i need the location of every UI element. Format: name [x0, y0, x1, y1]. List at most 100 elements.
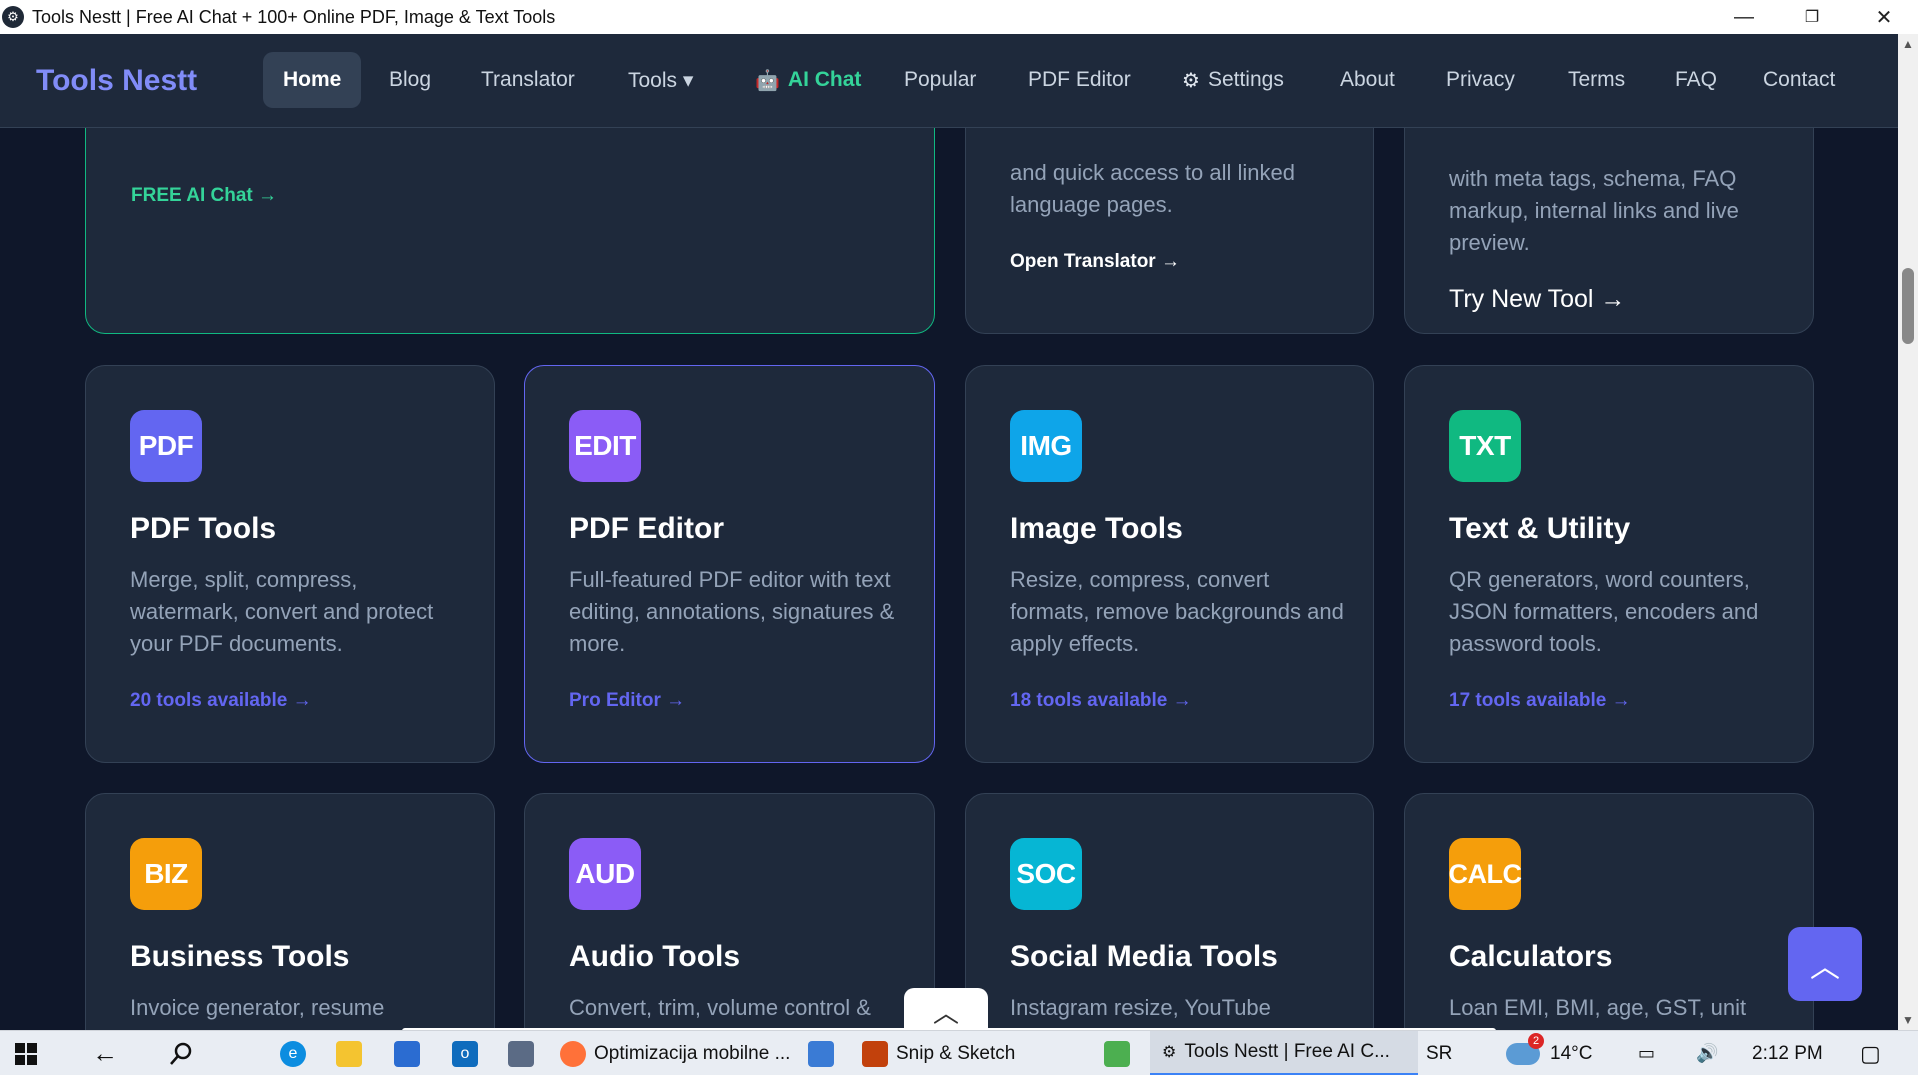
search-icon	[170, 1042, 192, 1065]
tools-nestt-favicon-icon: ⚙	[1162, 1044, 1177, 1061]
card-title: Text & Utility	[1449, 512, 1631, 545]
card-description: Instagram resize, YouTube	[1010, 995, 1271, 1020]
taskbar-firefox[interactable]: Optimizacija mobilne ...	[560, 1031, 790, 1075]
nav-privacy[interactable]: Privacy	[1426, 52, 1535, 108]
card-title: Business Tools	[130, 940, 350, 973]
notifications-icon[interactable]: ▢	[1860, 1031, 1881, 1075]
pdf-badge-icon: PDF	[130, 410, 202, 482]
pdf-editor-card[interactable]: EDIT PDF Editor Full-featured PDF editor…	[524, 365, 935, 763]
social-media-tools-card[interactable]: SOC Social Media Tools Instagram resize,…	[965, 793, 1374, 1030]
search-button[interactable]	[168, 1031, 194, 1075]
nav-home[interactable]: Home	[263, 52, 362, 108]
nav-blog[interactable]: Blog	[369, 52, 451, 108]
taskbar-item-label: Tools Nestt | Free AI C...	[1184, 1041, 1390, 1062]
network-icon[interactable]: ▭	[1638, 1031, 1655, 1075]
card-title: PDF Tools	[130, 512, 277, 545]
ai-chat-link[interactable]: FREE AI Chat →	[131, 185, 277, 207]
nav-pdf-editor[interactable]: PDF Editor	[1008, 52, 1151, 108]
new-tool-card-text: with meta tags, schema, FAQ markup, inte…	[1449, 166, 1739, 255]
scrollbar-thumb[interactable]	[1902, 268, 1914, 344]
app-favicon-icon: ⚙	[2, 6, 24, 28]
nav-tools-dropdown[interactable]: Tools ▾	[608, 52, 713, 108]
close-button[interactable]: ✕	[1854, 0, 1914, 34]
card-link[interactable]: 17 tools available →	[1449, 690, 1631, 712]
nav-contact[interactable]: Contact	[1743, 52, 1855, 108]
nav-settings[interactable]: ⚙ Settings	[1162, 52, 1304, 108]
image-tools-card[interactable]: IMG Image Tools Resize, compress, conver…	[965, 365, 1374, 763]
txt-badge-icon: TXT	[1449, 410, 1521, 482]
nav-settings-label: Settings	[1207, 68, 1284, 91]
business-tools-card[interactable]: BIZ Business Tools Invoice generator, re…	[85, 793, 495, 1030]
windows-logo-icon	[15, 1042, 37, 1065]
nav-about[interactable]: About	[1320, 52, 1415, 108]
weather-badge: 2	[1528, 1032, 1544, 1049]
card-title: Calculators	[1449, 940, 1613, 973]
card-description: Invoice generator, resume	[130, 995, 385, 1020]
card-title: Audio Tools	[569, 940, 741, 973]
taskbar-tools-nestt[interactable]: ⚙ Tools Nestt | Free AI C...	[1150, 1031, 1418, 1075]
temperature: 14°C	[1550, 1042, 1593, 1064]
bottom-expand-tab[interactable]: ︿	[904, 988, 988, 1030]
pdf-tools-card[interactable]: PDF PDF Tools Merge, split, compress, wa…	[85, 365, 495, 763]
open-translator-link[interactable]: Open Translator →	[1010, 251, 1180, 273]
brand-logo[interactable]: Tools Nestt	[36, 64, 197, 98]
card-description: Full-featured PDF editor with text editi…	[569, 567, 895, 656]
robot-icon: 🤖	[755, 69, 780, 92]
aud-badge-icon: AUD	[569, 838, 641, 910]
card-description: Loan EMI, BMI, age, GST, unit	[1449, 995, 1747, 1020]
minimize-button[interactable]: —	[1714, 0, 1774, 34]
taskbar-item-label: Snip & Sketch	[896, 1042, 1016, 1064]
window-titlebar: ⚙ Tools Nestt | Free AI Chat + 100+ Onli…	[0, 0, 1918, 34]
volume-icon[interactable]: 🔊	[1696, 1031, 1718, 1075]
calculators-card[interactable]: CALC Calculators Loan EMI, BMI, age, GST…	[1404, 793, 1814, 1030]
translator-card-text: and quick access to all linked language …	[1010, 160, 1295, 217]
vertical-scrollbar[interactable]: ▲ ▼	[1898, 34, 1918, 1030]
card-link[interactable]: Pro Editor →	[569, 690, 685, 712]
snip-sketch-icon	[862, 1040, 888, 1067]
soc-badge-icon: SOC	[1010, 838, 1082, 910]
card-description: QR generators, word counters, JSON forma…	[1449, 567, 1759, 656]
nav-faq[interactable]: FAQ	[1655, 52, 1737, 108]
card-description: Resize, compress, convert formats, remov…	[1010, 567, 1344, 656]
try-new-tool-link[interactable]: Try New Tool →	[1449, 285, 1625, 314]
outlook-icon[interactable]: o	[452, 1031, 486, 1075]
top-navigation: Tools Nestt Home Blog Translator Tools ▾…	[0, 34, 1898, 128]
nav-ai-chat-label: AI Chat	[787, 68, 862, 91]
page-viewport: Tools Nestt Home Blog Translator Tools ▾…	[0, 34, 1898, 1030]
taskbar-snip-sketch[interactable]: Snip & Sketch	[862, 1031, 1015, 1075]
card-title: Social Media Tools	[1010, 940, 1278, 973]
nav-popular[interactable]: Popular	[884, 52, 996, 108]
language-indicator[interactable]: SR	[1426, 1031, 1452, 1075]
maximize-button[interactable]: ❐	[1782, 0, 1842, 34]
scroll-down-arrow-icon[interactable]: ▼	[1898, 1010, 1918, 1030]
calc-badge-icon: CALC	[1449, 838, 1522, 910]
nav-translator[interactable]: Translator	[461, 52, 595, 108]
start-button[interactable]	[14, 1031, 38, 1075]
notepad-icon[interactable]	[1104, 1031, 1138, 1075]
card-link[interactable]: 20 tools available →	[130, 690, 312, 712]
audio-tools-card[interactable]: AUD Audio Tools Convert, trim, volume co…	[524, 793, 935, 1030]
card-title: PDF Editor	[569, 512, 724, 545]
app-icon[interactable]	[508, 1031, 542, 1075]
clock[interactable]: 2:12 PM	[1752, 1031, 1823, 1075]
edit-badge-icon: EDIT	[569, 410, 641, 482]
nav-ai-chat[interactable]: 🤖 AI Chat	[735, 52, 881, 108]
scroll-to-top-button[interactable]: ︿	[1788, 927, 1862, 1001]
card-description: Convert, trim, volume control &	[569, 995, 871, 1020]
window-title: Tools Nestt | Free AI Chat + 100+ Online…	[32, 6, 556, 27]
file-explorer-icon[interactable]	[336, 1031, 370, 1075]
nav-terms[interactable]: Terms	[1548, 52, 1645, 108]
network-app-icon[interactable]	[808, 1031, 842, 1075]
card-title: Image Tools	[1010, 512, 1183, 545]
gear-icon: ⚙	[1182, 69, 1200, 92]
store-icon[interactable]	[394, 1031, 428, 1075]
text-utility-card[interactable]: TXT Text & Utility QR generators, word c…	[1404, 365, 1814, 763]
weather-widget[interactable]: 2 14°C	[1506, 1031, 1592, 1075]
biz-badge-icon: BIZ	[130, 838, 202, 910]
img-badge-icon: IMG	[1010, 410, 1082, 482]
edge-icon[interactable]: e	[280, 1031, 314, 1075]
scroll-up-arrow-icon[interactable]: ▲	[1898, 34, 1918, 54]
card-link[interactable]: 18 tools available →	[1010, 690, 1192, 712]
back-arrow-icon[interactable]: ←	[92, 1031, 118, 1075]
windows-taskbar: ← e o Optimizacija mobilne ... Snip & Sk…	[0, 1030, 1918, 1075]
